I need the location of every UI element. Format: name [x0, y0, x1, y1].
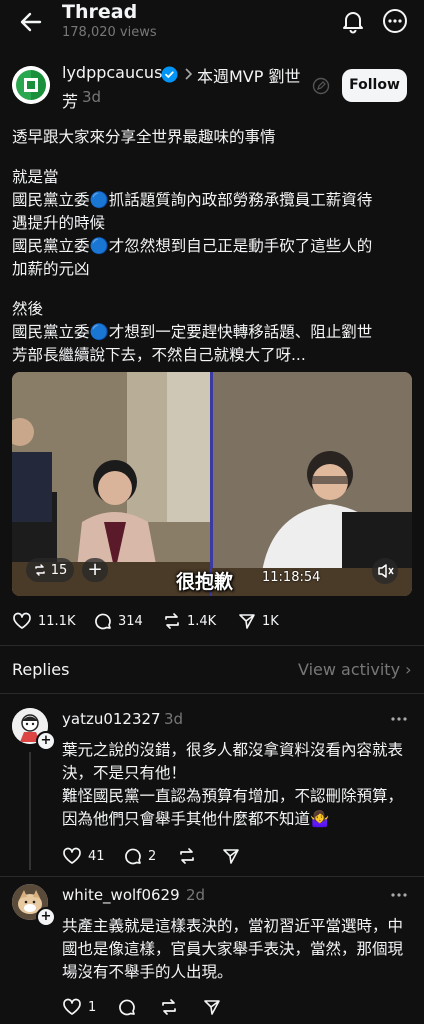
like-button[interactable]: 41	[62, 847, 105, 865]
follow-plus-icon[interactable]: +	[36, 907, 56, 927]
like-button[interactable]: 1	[62, 998, 96, 1016]
repost-icon	[34, 564, 45, 576]
comment-button[interactable]: 2	[124, 847, 156, 865]
video-repost-count: 15	[50, 562, 68, 578]
post-body-line: 遇提升的時候	[12, 214, 106, 232]
topic-tag-continued[interactable]: 芳	[62, 88, 78, 112]
add-button[interactable]: +	[82, 558, 108, 582]
mute-icon[interactable]	[372, 558, 398, 584]
post-body-line: 國民黨立委🔵才忽然想到自己正是動手砍了這些人的	[12, 237, 373, 255]
comment-icon	[119, 999, 135, 1016]
like-count: 41	[88, 848, 105, 864]
replies-heading: Replies	[12, 660, 70, 679]
repost-icon	[180, 848, 194, 864]
share-button[interactable]	[203, 998, 221, 1016]
like-count: 1	[88, 999, 97, 1015]
like-button[interactable]: 11.1K	[12, 612, 75, 630]
reply-text-line: 葉元之說的沒錯，很多人都沒拿資料沒看內容就表	[62, 741, 404, 759]
verified-badge-icon	[161, 66, 178, 83]
reply-username[interactable]: white_wolf0629	[62, 886, 180, 904]
repost-icon	[162, 999, 176, 1015]
more-options-icon[interactable]	[382, 8, 408, 34]
reply-username[interactable]: yatzu012327	[62, 710, 161, 728]
reply-text-line: 難怪國民黨一直認為預算有增加，不認刪除預算，	[62, 787, 404, 805]
thread-line	[29, 752, 31, 870]
chevron-right-icon	[182, 67, 194, 81]
avatar[interactable]	[12, 66, 50, 104]
video-subtitle: 很抱歉	[176, 571, 234, 593]
reply-time: 2d	[186, 886, 206, 904]
more-icon[interactable]	[388, 708, 410, 730]
repost-button[interactable]	[160, 998, 178, 1016]
repost-count: 1.4K	[187, 613, 217, 629]
bell-icon[interactable]	[340, 8, 366, 34]
heart-icon	[13, 612, 31, 629]
view-activity-link[interactable]: View activity ›	[298, 660, 412, 679]
comment-count: 314	[118, 613, 143, 629]
reply-text-line: 因為他們只會舉手其他什麼都不知道🤷‍♀️	[62, 810, 330, 828]
post-body-line: 就是當	[12, 168, 59, 186]
edit-icon	[312, 77, 330, 95]
more-icon[interactable]	[388, 884, 410, 906]
follow-button[interactable]: Follow	[342, 69, 407, 102]
reply-text-line: 決，不是只有他！	[62, 764, 187, 782]
send-icon	[223, 849, 239, 864]
share-count: 1K	[262, 613, 279, 629]
view-count: 178,020 views	[62, 25, 157, 40]
send-icon	[204, 1000, 220, 1015]
reply-text-line: 場沒有不舉手的人出現。	[62, 963, 233, 981]
repost-button[interactable]: 1.4K	[163, 612, 216, 630]
reply-text-line: 共產主義就是這樣表決的，當初習近平當選時，中	[62, 917, 404, 935]
post-body-line: 國民黨立委🔵抓話題質詢內政部勞務承攬員工薪資待	[12, 191, 373, 209]
post-username[interactable]: lydppcaucus	[62, 63, 162, 82]
page-title: Thread	[62, 1, 138, 23]
repost-icon	[165, 613, 179, 629]
comment-icon	[125, 848, 141, 865]
post-body-line: 芳部長繼續說下去，不然自己就糗大了呀...	[12, 346, 306, 364]
view-activity-label: View activity	[298, 660, 401, 679]
back-arrow-icon[interactable]	[18, 9, 44, 35]
post-body-line: 透早跟大家來分享全世界最趣味的事情	[12, 128, 276, 146]
video-timestamp: 11:18:54	[262, 570, 321, 585]
heart-icon	[63, 998, 81, 1015]
heart-icon	[63, 847, 81, 864]
divider	[0, 876, 424, 877]
repost-button[interactable]	[178, 847, 196, 865]
like-count: 11.1K	[38, 613, 76, 629]
comment-button[interactable]	[118, 998, 136, 1016]
comment-button[interactable]: 314	[94, 612, 143, 630]
post-time: 3d	[82, 88, 102, 106]
send-icon	[239, 614, 255, 629]
post-body-line: 國民黨立委🔵才想到一定要趕快轉移話題、阻止劉世	[12, 323, 373, 341]
share-button[interactable]: 1K	[238, 612, 279, 630]
divider	[0, 693, 424, 694]
comment-icon	[95, 613, 111, 630]
reply-time: 3d	[164, 710, 184, 728]
post-body-line: 加薪的元凶	[12, 260, 90, 278]
post-body-line: 然後	[12, 300, 44, 318]
reply-text-line: 國也是像這樣，官員大家舉手表決，當然，那個現	[62, 940, 404, 958]
follow-plus-icon[interactable]: +	[36, 731, 56, 751]
comment-count: 2	[148, 848, 157, 864]
chevron-right-icon: ›	[405, 660, 412, 679]
divider	[0, 645, 424, 646]
video-repost-pill[interactable]: 15	[26, 558, 74, 582]
topic-tag[interactable]: 本週MVP 劉世	[197, 63, 301, 87]
share-button[interactable]	[222, 847, 240, 865]
